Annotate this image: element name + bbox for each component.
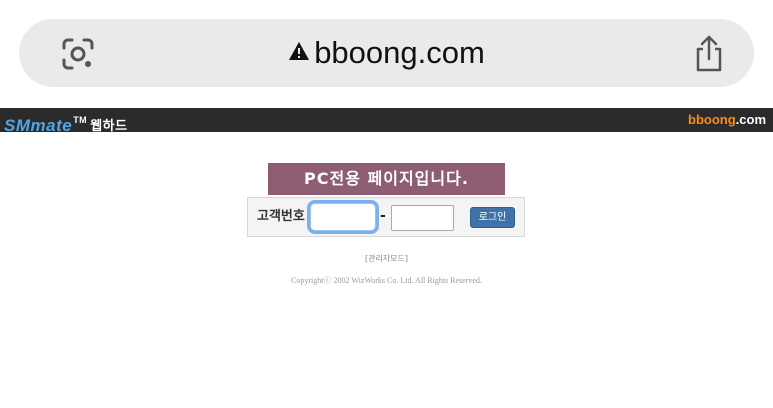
share-icon[interactable] (692, 35, 726, 73)
brand-logo[interactable]: SMmateTM 웹하드 (4, 109, 128, 138)
customer-number-field-2[interactable] (391, 205, 454, 231)
copyright-text: Copyrightⓒ 2002 WizWorks Co. Ltd. All Ri… (291, 276, 482, 285)
domain-part1: bboong (688, 112, 736, 127)
domain-part2: .com (735, 112, 766, 127)
customer-number-field-1[interactable] (310, 203, 376, 231)
trademark: TM (73, 115, 88, 125)
warning-triangle-icon (289, 42, 310, 60)
url-display[interactable]: bboong.com (19, 33, 754, 73)
page: bboong.com SMmateTM 웹하드 bboong.com PC전용 페… (0, 0, 773, 408)
domain-logo[interactable]: bboong.com (688, 112, 766, 128)
brand-name: SMmate (4, 116, 73, 135)
login-form: 고객번호 - 로그인 (247, 197, 525, 237)
admin-mode-link[interactable]: [관리자모드] (0, 253, 773, 265)
pc-only-notice: PC전용 페이지입니다. (268, 163, 505, 195)
site-header: SMmateTM 웹하드 bboong.com (0, 108, 773, 135)
field-separator: - (380, 208, 386, 224)
customer-number-label: 고객번호 (257, 209, 305, 224)
brand-subtitle: 웹하드 (90, 119, 128, 134)
login-button[interactable]: 로그인 (470, 207, 515, 228)
address-bar[interactable]: bboong.com (19, 19, 754, 87)
url-text: bboong.com (314, 35, 485, 70)
